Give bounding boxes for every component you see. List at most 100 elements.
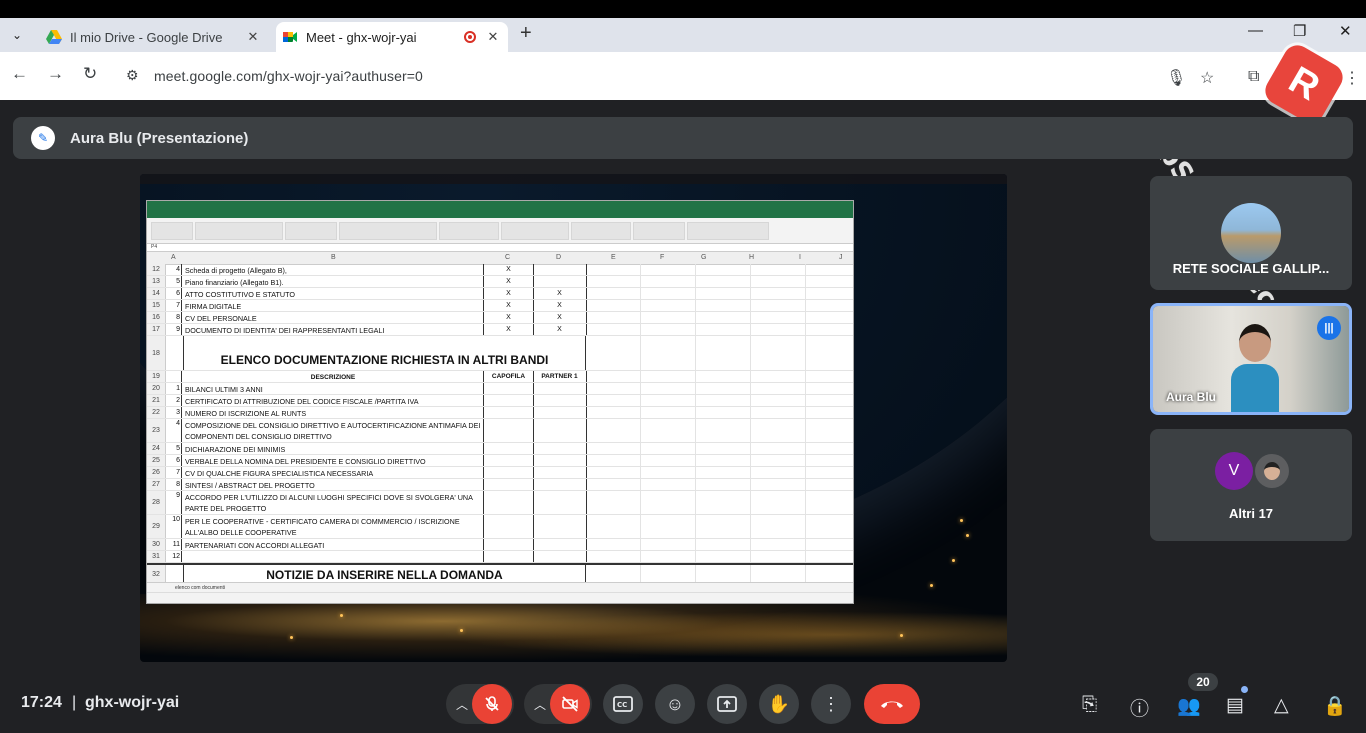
reload-icon[interactable]: ↻ bbox=[83, 64, 97, 84]
cell-partner bbox=[533, 264, 587, 275]
column-header: I bbox=[799, 254, 801, 261]
tab-meet[interactable]: Meet - ghx-wojr-yai ✕ bbox=[276, 22, 508, 52]
cell-partner bbox=[533, 467, 587, 478]
lock-icon[interactable]: 🔒 bbox=[1323, 694, 1347, 718]
avatar bbox=[1221, 203, 1281, 263]
bookmark-star-icon[interactable]: ☆ bbox=[1200, 68, 1214, 88]
cell-capofila bbox=[484, 491, 534, 514]
new-tab-button[interactable]: + bbox=[520, 22, 532, 45]
recording-indicator-icon bbox=[464, 31, 476, 43]
emoji-icon[interactable]: ☺ bbox=[655, 684, 695, 724]
screen-top-bar bbox=[0, 0, 1366, 18]
participant-tile[interactable]: RETE SOCIALE GALLIP... bbox=[1150, 176, 1352, 290]
presenter-name: Aura Blu (Presentazione) bbox=[70, 130, 249, 147]
cell-index: 11 bbox=[165, 539, 182, 550]
header-description: DESCRIZIONE bbox=[183, 371, 484, 382]
cell-description: ACCORDO PER L'UTILIZZO DI ALCUNI LUOGHI … bbox=[183, 491, 484, 514]
cell-index: 4 bbox=[165, 419, 182, 442]
cell-description bbox=[183, 551, 484, 562]
row-number: 19 bbox=[147, 371, 166, 382]
ribbon-group bbox=[151, 222, 193, 240]
row-number: 16 bbox=[147, 312, 166, 323]
extensions-icon[interactable]: ⧉ bbox=[1248, 68, 1259, 86]
row-number: 23 bbox=[147, 419, 166, 442]
chevron-up-icon[interactable]: ︿ bbox=[530, 696, 550, 713]
mic-off-icon[interactable] bbox=[472, 684, 512, 724]
videocam-off-icon[interactable] bbox=[550, 684, 590, 724]
section-title-row: 32 NOTIZIE DA INSERIRE NELLA DOMANDA bbox=[147, 563, 853, 582]
tab-close-icon[interactable]: ✕ bbox=[244, 29, 262, 45]
tab-google-drive[interactable]: Il mio Drive - Google Drive ✕ bbox=[40, 22, 268, 52]
back-icon[interactable]: ← bbox=[11, 64, 28, 84]
shared-screen: P4 A B C D E F G H I J 12 4 Scheda di pr… bbox=[140, 174, 1007, 662]
tab-search-chevron-icon[interactable]: ⌄ bbox=[6, 24, 28, 46]
cell-partner bbox=[533, 395, 587, 406]
row-number: 12 bbox=[147, 264, 166, 275]
participant-body bbox=[1231, 364, 1279, 412]
cell-capofila: X bbox=[484, 324, 534, 335]
excel-grid[interactable]: 12 4 Scheda di progetto (Allegato B), X … bbox=[147, 264, 853, 582]
table-row: 15 7 FIRMA DIGITALE X X bbox=[147, 300, 853, 312]
present-screen-icon[interactable] bbox=[707, 684, 747, 724]
forward-icon[interactable]: → bbox=[47, 64, 64, 84]
row-number: 27 bbox=[147, 479, 166, 490]
cell-capofila bbox=[484, 479, 534, 490]
cell-index: 7 bbox=[165, 467, 182, 478]
cell-capofila: X bbox=[484, 300, 534, 311]
column-header: C bbox=[505, 254, 511, 261]
closed-caption-icon[interactable]: CC bbox=[603, 684, 643, 724]
cell-description: ATTO COSTITUTIVO E STATUTO bbox=[183, 288, 484, 299]
cell-index: 9 bbox=[165, 324, 182, 335]
column-header: B bbox=[331, 254, 336, 261]
cell-partner bbox=[533, 539, 587, 550]
cell-description: PARTENARIATI CON ACCORDI ALLEGATI bbox=[183, 539, 484, 550]
cell-description: CV DI QUALCHE FIGURA SPECIALISTICA NECES… bbox=[183, 467, 484, 478]
table-row: 23 4 COMPOSIZIONE DEL CONSIGLIO DIRETTIV… bbox=[147, 419, 853, 443]
chevron-up-icon[interactable]: ︿ bbox=[452, 696, 472, 713]
city-lights bbox=[140, 594, 1007, 662]
table-row: 30 11 PARTENARIATI CON ACCORDI ALLEGATI bbox=[147, 539, 853, 551]
table-row: 20 1 BILANCI ULTIMI 3 ANNI bbox=[147, 383, 853, 395]
table-row: 28 9 ACCORDO PER L'UTILIZZO DI ALCUNI LU… bbox=[147, 491, 853, 515]
raise-hand-icon[interactable]: ✋ bbox=[759, 684, 799, 724]
chrome-menu-icon[interactable]: ⋮ bbox=[1344, 68, 1360, 88]
cell-partner bbox=[533, 455, 587, 466]
close-window-icon[interactable]: ✕ bbox=[1339, 22, 1352, 40]
excel-status-bar bbox=[147, 592, 853, 603]
table-row: 24 5 DICHIARAZIONE DEI MINIMIS bbox=[147, 443, 853, 455]
column-header: J bbox=[839, 254, 843, 261]
row-number: 15 bbox=[147, 300, 166, 311]
site-info-icon[interactable]: ⚙ bbox=[126, 67, 139, 84]
tab-close-icon[interactable]: ✕ bbox=[484, 29, 502, 45]
meeting-code: ghx-wojr-yai bbox=[85, 694, 180, 711]
call-end-icon[interactable] bbox=[864, 684, 920, 724]
browser-tab-strip: ⌄ Il mio Drive - Google Drive ✕ Meet - g… bbox=[0, 18, 1366, 52]
microphone-icon[interactable]: 🎙 bbox=[1166, 68, 1186, 88]
sheet-tab[interactable]: elenco com documenti bbox=[175, 585, 225, 591]
cell-partner: X bbox=[533, 312, 587, 323]
cell-index: 12 bbox=[165, 551, 182, 562]
others-tile[interactable]: V Altri 17 bbox=[1150, 429, 1352, 541]
cell-partner bbox=[533, 551, 587, 562]
people-icon[interactable]: 👥 bbox=[1177, 694, 1201, 718]
more-vert-icon[interactable]: ⋮ bbox=[811, 684, 851, 724]
cell-index: 8 bbox=[165, 479, 182, 490]
cell-index: 2 bbox=[165, 395, 182, 406]
host-controls-icon[interactable]: ⎘ bbox=[1082, 694, 1097, 716]
restore-icon[interactable]: ❐ bbox=[1293, 22, 1306, 40]
section-title: NOTIZIE DA INSERIRE NELLA DOMANDA bbox=[183, 565, 586, 582]
cell-capofila bbox=[484, 395, 534, 406]
microphone-control[interactable]: ︿ bbox=[446, 684, 514, 724]
excel-name-box[interactable]: P4 bbox=[147, 244, 853, 252]
camera-control[interactable]: ︿ bbox=[524, 684, 592, 724]
participant-tile-speaking[interactable]: ||| Aura Blu bbox=[1150, 303, 1352, 415]
column-header: H bbox=[749, 254, 755, 261]
address-bar[interactable]: ⚙ meet.google.com/ghx-wojr-yai?authuser=… bbox=[116, 58, 1296, 94]
cell-index: 5 bbox=[165, 276, 182, 287]
activities-icon[interactable]: △ bbox=[1274, 694, 1289, 717]
cell-capofila bbox=[484, 515, 534, 538]
chat-icon[interactable]: ▤ bbox=[1226, 694, 1244, 717]
minimize-icon[interactable]: — bbox=[1248, 22, 1263, 39]
cell-description: FIRMA DIGITALE bbox=[183, 300, 484, 311]
info-icon[interactable]: ⓘ bbox=[1130, 694, 1149, 721]
